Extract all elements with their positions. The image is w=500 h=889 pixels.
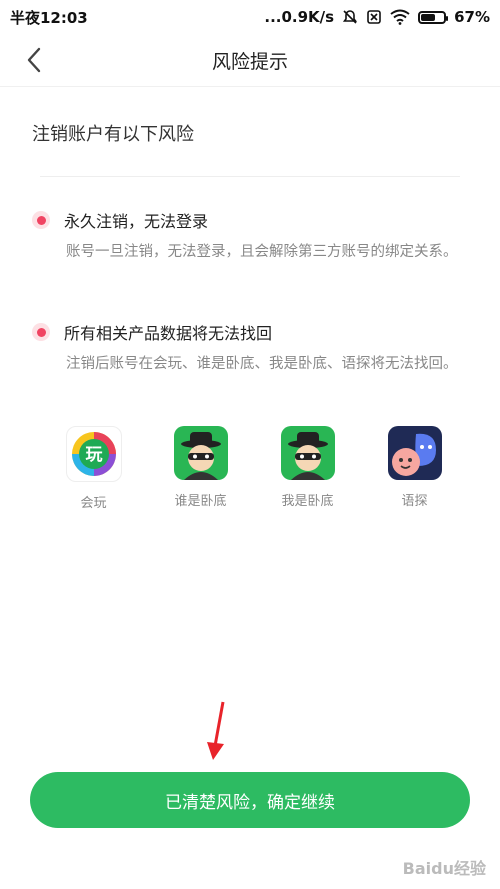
divider [40, 176, 460, 177]
app-label: 我是卧底 [281, 494, 334, 509]
status-icons: ...0.9K/s 67% [264, 8, 490, 26]
network-speed: ...0.9K/s [264, 8, 335, 26]
app-label: 谁是卧底 [174, 494, 227, 509]
status-bar: 半夜12:03 ...0.9K/s 67% [0, 0, 500, 34]
yutan-app-icon [387, 426, 442, 480]
app-item-huiwan: 玩 会玩 [40, 426, 147, 511]
mute-icon [342, 10, 358, 24]
battery-fill [421, 13, 436, 21]
confirm-continue-button[interactable]: 已清楚风险，确定继续 [30, 772, 470, 828]
risk-desc: 账号一旦注销，无法登录，且会解除第三方账号的绑定关系。 [66, 244, 458, 260]
battery-percent: 67% [454, 8, 490, 26]
sim-off-icon [367, 10, 381, 24]
risk-title-text: 所有相关产品数据将无法找回 [64, 324, 273, 343]
status-time: 半夜12:03 [10, 8, 88, 27]
risk-title: 永久注销，无法登录 [32, 208, 472, 232]
app-label: 语探 [401, 494, 428, 509]
app-item-woshi: 我是卧底 [254, 426, 361, 511]
risk-title: 所有相关产品数据将无法找回 [32, 320, 472, 344]
nav-bar: 风险提示 [0, 34, 500, 87]
chevron-left-icon [27, 47, 41, 73]
section-heading: 注销账户有以下风险 [32, 124, 194, 145]
app-item-yutan: 语探 [361, 426, 468, 511]
huiwan-app-icon: 玩 [65, 426, 122, 482]
risk-desc: 注销后账号在会玩、谁是卧底、我是卧底、语探将无法找回。 [66, 356, 458, 372]
spy-app-icon [280, 426, 335, 480]
page-title: 风险提示 [211, 50, 288, 73]
annotation-arrow-icon [207, 701, 225, 760]
app-list: 玩 会玩 谁是卧底 我是卧底 语探 [40, 426, 470, 511]
risk-item-login: 永久注销，无法登录 账号一旦注销，无法登录，且会解除第三方账号的绑定关系。 [32, 208, 472, 265]
battery-icon [418, 10, 449, 24]
spy-app-icon [173, 426, 228, 480]
risk-title-text: 永久注销，无法登录 [64, 212, 209, 231]
bullet-dot-icon [32, 211, 50, 229]
wifi-icon [390, 9, 410, 25]
risk-item-data: 所有相关产品数据将无法找回 注销后账号在会玩、谁是卧底、我是卧底、语探将无法找回… [32, 320, 472, 377]
svg-text:玩: 玩 [85, 445, 102, 465]
app-label: 会玩 [80, 496, 107, 511]
watermark: Baidu经验 [402, 859, 486, 878]
back-button[interactable] [16, 42, 52, 78]
app-item-shuishi: 谁是卧底 [147, 426, 254, 511]
bullet-dot-icon [32, 323, 50, 341]
